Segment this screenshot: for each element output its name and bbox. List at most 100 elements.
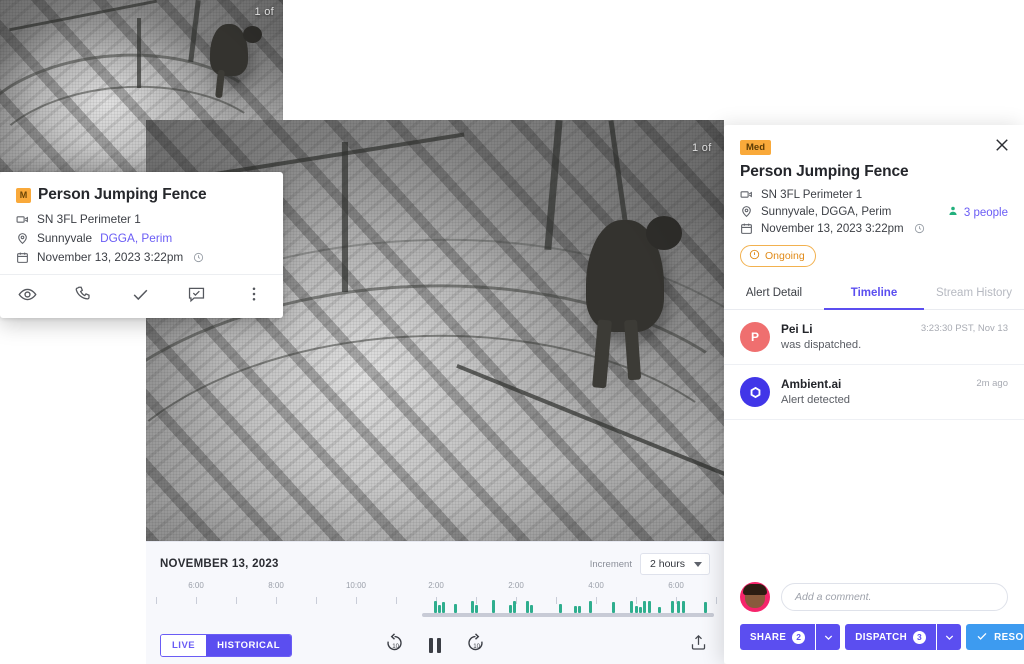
comment-button[interactable] <box>187 285 243 309</box>
ruler-tick <box>396 597 397 604</box>
view-button[interactable] <box>18 285 74 309</box>
comment-check-icon <box>187 285 206 309</box>
pause-button[interactable] <box>429 637 441 653</box>
tab-alert-detail[interactable]: Alert Detail <box>724 279 824 310</box>
people-count-label: 3 people <box>963 206 1008 219</box>
mode-live[interactable]: LIVE <box>161 634 207 656</box>
resolve-button[interactable]: RESOLVE <box>966 624 1024 650</box>
activity-mark <box>513 601 517 613</box>
event-body: Pei Li was dispatched. <box>781 322 861 352</box>
close-icon[interactable] <box>993 136 1011 154</box>
panel-header: Med Person Jumping Fence SN 3FL Perimete… <box>724 125 1024 268</box>
rewind-10-button[interactable]: 10 <box>384 632 405 658</box>
severity-badge: M <box>16 187 31 203</box>
activity-mark <box>589 601 593 613</box>
alert-detail-panel: Med Person Jumping Fence SN 3FL Perimete… <box>724 125 1024 664</box>
increment-control: Increment 2 hours <box>590 553 710 575</box>
activity-mark <box>437 605 441 613</box>
increment-select[interactable]: 2 hours <box>639 553 710 575</box>
ruler-tick <box>556 597 557 604</box>
increment-value: 2 hours <box>649 558 685 570</box>
panel-meta: SN 3FL Perimeter 1 Sunnyvale, DGGA, Peri… <box>740 188 1008 235</box>
activity-mark <box>704 602 708 613</box>
ruler-tick-label: 2:00 <box>428 581 444 590</box>
ruler-tick-label: 8:00 <box>268 581 284 590</box>
event-actor-name: Ambient.ai <box>781 377 842 392</box>
panel-title: Person Jumping Fence <box>740 163 909 181</box>
avatar: P <box>740 322 770 353</box>
ruler-tick-label: 4:00 <box>588 581 604 590</box>
tab-timeline[interactable]: Timeline <box>824 279 924 311</box>
event-timestamp: 3:23:30 PST, Nov 13 <box>920 323 1008 335</box>
activity-mark <box>577 606 581 613</box>
dispatch-button[interactable]: DISPATCH 3 <box>845 624 937 650</box>
activity-mark <box>639 607 643 613</box>
calendar-icon <box>16 251 29 264</box>
activity-mark <box>611 602 615 613</box>
activity-mark <box>442 602 446 613</box>
share-dropdown-button[interactable] <box>816 624 841 650</box>
person-head <box>646 216 682 250</box>
alert-datetime: November 13, 2023 3:22pm <box>37 250 184 264</box>
share-button[interactable]: SHARE 2 <box>740 624 816 650</box>
mode-historical[interactable]: HISTORICAL <box>206 634 292 656</box>
increment-label: Increment <box>589 558 632 570</box>
phone-icon <box>74 285 92 308</box>
activity-mark <box>471 601 475 613</box>
alert-card-header: M Person Jumping Fence <box>16 186 267 204</box>
ruler-tick <box>516 597 517 604</box>
ruler-tick-label: 10:00 <box>345 581 367 590</box>
activity-mark <box>657 607 661 613</box>
mode-toggle[interactable]: LIVE HISTORICAL <box>160 633 293 657</box>
status-badge: Ongoing <box>740 245 816 268</box>
clock-icon <box>193 252 204 263</box>
alert-circle-icon <box>749 249 760 263</box>
export-button[interactable] <box>689 633 708 657</box>
timeline-track[interactable] <box>422 600 714 617</box>
location-link[interactable]: DGGA, Perim <box>100 231 172 245</box>
ruler-tick <box>596 597 597 604</box>
call-button[interactable] <box>74 285 130 308</box>
activity-mark <box>491 600 495 613</box>
activity-mark <box>573 606 577 613</box>
timeline-event-item[interactable]: Ambient.ai Alert detected 2m ago <box>724 365 1024 421</box>
thumb-frame-count: 1 of <box>254 6 274 18</box>
ruler-tick <box>716 597 717 604</box>
share-count-badge: 2 <box>792 630 806 644</box>
person-head <box>243 26 262 43</box>
alert-popup-card[interactable]: M Person Jumping Fence SN 3FL Perimeter … <box>0 172 283 318</box>
camera-name: SN 3FL Perimeter 1 <box>761 188 863 201</box>
forward-10-button[interactable]: 10 <box>465 632 486 658</box>
status-label: Ongoing <box>765 250 805 263</box>
timeline-event-item[interactable]: P Pei Li was dispatched. 3:23:30 PST, Nov 1… <box>724 310 1024 366</box>
activity-mark <box>559 604 563 613</box>
event-description: was dispatched. <box>781 339 862 352</box>
dispatch-dropdown-button[interactable] <box>937 624 962 650</box>
pause-bar-right <box>437 637 441 653</box>
clock-icon <box>914 223 925 234</box>
comment-input[interactable]: Add a comment. <box>781 583 1008 611</box>
datetime-row: November 13, 2023 3:22pm <box>740 222 1008 235</box>
event-body: Ambient.ai Alert detected <box>781 377 850 407</box>
pause-bar-left <box>429 637 433 653</box>
alert-card-action-bar <box>0 274 283 318</box>
people-count[interactable]: 3 people <box>947 205 1008 220</box>
camera-row: SN 3FL Perimeter 1 <box>740 188 1008 201</box>
location-name: Sunnyvale, DGGA, Perim <box>761 205 892 218</box>
calendar-icon <box>740 222 753 235</box>
activity-mark <box>671 601 675 613</box>
resolve-label: RESOLVE <box>994 631 1024 643</box>
ruler-tick <box>276 597 277 604</box>
event-timestamp: 2m ago <box>976 378 1008 390</box>
dispatch-button-group: DISPATCH 3 <box>845 624 962 650</box>
camera-row: SN 3FL Perimeter 1 <box>16 212 267 226</box>
more-menu-button[interactable] <box>243 285 265 308</box>
timeline-ruler[interactable]: 6:00 8:00 10:00 2:00 2:00 4:00 6:00 <box>156 581 717 625</box>
location-name: Sunnyvale <box>37 231 93 245</box>
tab-stream-history[interactable]: Stream History <box>924 279 1024 310</box>
activity-mark <box>630 601 634 613</box>
timeline-controls: LIVE HISTORICAL 10 10 <box>146 625 724 664</box>
acknowledge-button[interactable] <box>131 285 187 309</box>
camera-icon <box>740 188 753 201</box>
camera-name: SN 3FL Perimeter 1 <box>37 212 141 226</box>
